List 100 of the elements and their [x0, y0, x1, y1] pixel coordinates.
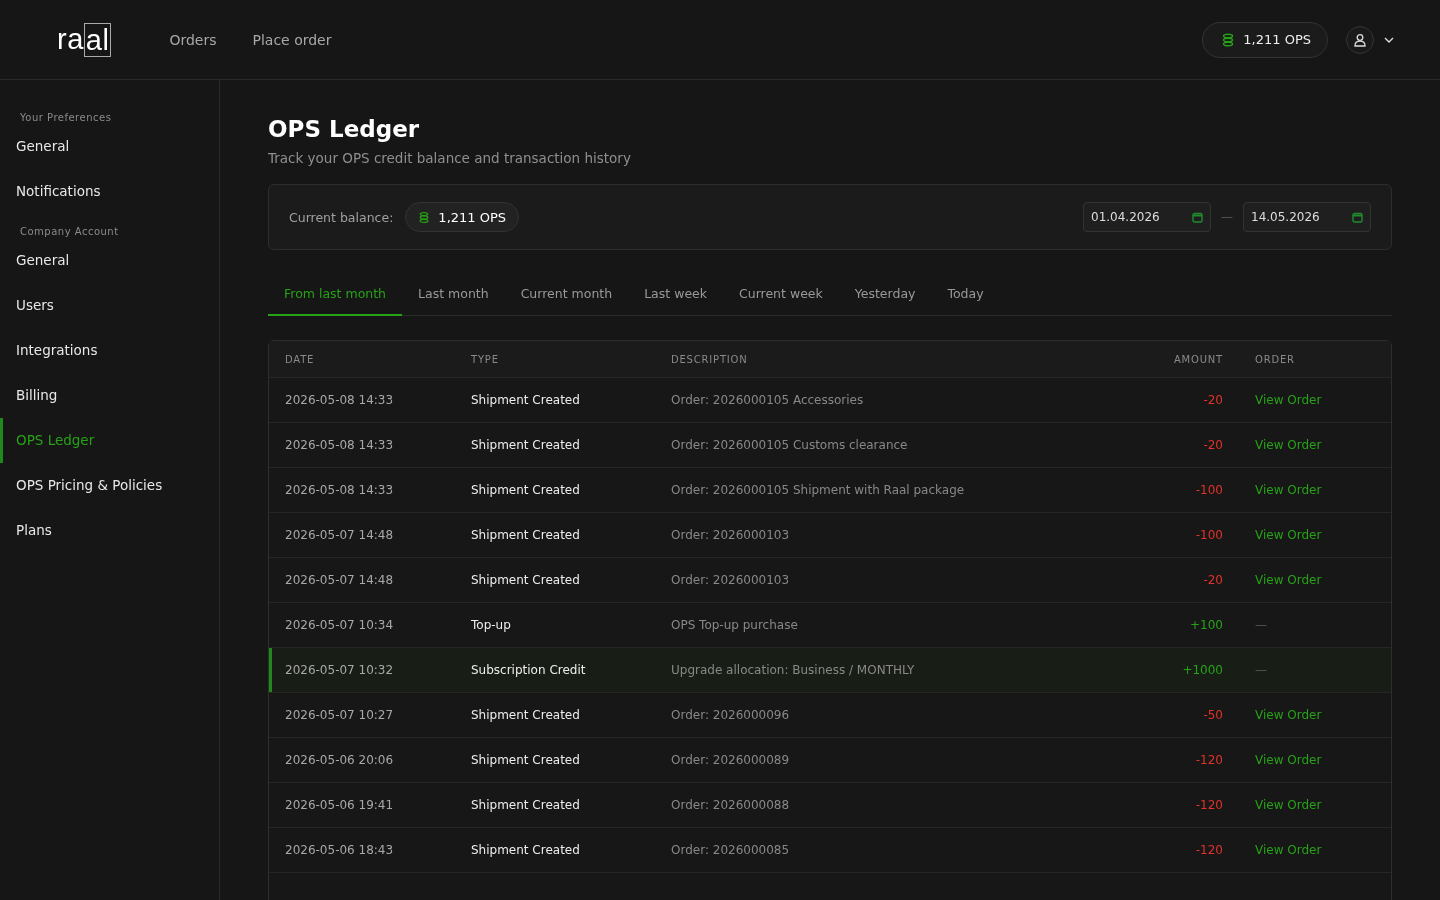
description-cell-text: Order: 2026000105 Customs clearance [671, 438, 909, 452]
amount-cell-text: +100 [1189, 618, 1223, 632]
type-cell-text: Shipment Created [471, 843, 581, 857]
table-row[interactable]: 2026-05-07 10:32 Subscription Credit Upgrade allocation: Business / MONTHLY +1000 — [269, 648, 1391, 693]
coins-icon [1221, 32, 1236, 47]
amount-cell-text: -20 [1202, 393, 1223, 407]
sidebar-item[interactable]: Integrations [0, 328, 219, 373]
type-cell-text: Shipment Created [471, 483, 581, 497]
description-cell-text: Upgrade allocation: Business / MONTHLY [671, 663, 916, 677]
period-tab[interactable]: Current week [723, 272, 839, 316]
sidebar-item[interactable]: Notifications [0, 169, 219, 214]
view-order-link[interactable]: View Order [1255, 798, 1375, 812]
type-cell-text: Shipment Created [471, 393, 581, 407]
type-cell-text: Subscription Credit [471, 663, 587, 677]
view-order-link[interactable]: View Order [1255, 393, 1375, 407]
column-header: AMOUNT [1172, 353, 1223, 365]
period-tab[interactable]: Yesterday [838, 272, 932, 316]
chevron-down-icon[interactable] [1384, 36, 1394, 43]
date-cell-text: 2026-05-06 18:43 [285, 843, 395, 857]
date-cell-text: 2026-05-07 10:27 [285, 708, 395, 722]
column-header: ORDER [1255, 353, 1296, 365]
sidebar-item[interactable]: Users [0, 283, 219, 328]
table-row[interactable]: 2026-05-08 14:33 Shipment Created Order: 2026000105 Accessories -20 View Order [269, 378, 1391, 423]
user-avatar-button[interactable] [1346, 25, 1374, 54]
description-cell-text: Order: 2026000085 [671, 843, 791, 857]
view-order-link[interactable]: View Order [1255, 528, 1375, 542]
period-tab[interactable]: From last month [268, 272, 403, 316]
sidebar-item[interactable]: OPS Pricing & Policies [0, 463, 219, 508]
table-row[interactable]: 2026-05-07 14:48 Shipment Created Order: 2026000103 -20 View Order [269, 558, 1391, 603]
order-cell-text: — [1255, 663, 1268, 677]
description-cell-text: Order: 2026000105 Shipment with Raal package [671, 483, 966, 497]
type-cell-text: Top-up [471, 618, 512, 632]
type-cell-text: Shipment Created [471, 753, 581, 767]
description-cell-text: Order: 2026000096 [671, 708, 791, 722]
amount-cell-text: -20 [1202, 573, 1223, 587]
description-cell-text: Order: 2026000089 [671, 753, 791, 767]
nav-link[interactable]: Place order [252, 31, 332, 48]
table-row[interactable]: 2026-05-06 19:41 Shipment Created Order: 2026000088 -120 View Order [269, 783, 1391, 828]
amount-cell-text: -100 [1194, 483, 1223, 497]
view-order-link[interactable]: View Order [1255, 483, 1375, 497]
amount-cell-text: -50 [1202, 708, 1223, 722]
view-order-link[interactable]: View Order [1255, 708, 1375, 722]
description-cell-text: Order: 2026000103 [671, 573, 791, 587]
view-order-link[interactable]: View Order [1255, 438, 1375, 452]
date-range-separator: — [1221, 210, 1233, 224]
nav-link[interactable]: Orders [169, 31, 217, 48]
amount-cell-text: -120 [1194, 753, 1223, 767]
sidebar-item[interactable]: Plans [0, 508, 219, 553]
period-tab[interactable]: Current month [504, 272, 629, 316]
amount-cell-text: -20 [1202, 438, 1223, 452]
period-tab[interactable]: Today [931, 272, 1000, 316]
type-cell-text: Shipment Created [471, 438, 581, 452]
coins-icon [418, 210, 431, 224]
date-cell-text: 2026-05-08 14:33 [285, 483, 395, 497]
period-tab[interactable]: Last month [402, 272, 505, 316]
amount-cell-text: -120 [1194, 843, 1223, 857]
balance-button[interactable]: 1,211 OPS [1202, 21, 1328, 58]
sidebar-item[interactable]: OPS Ledger [0, 418, 219, 463]
table-row[interactable]: 2026-05-06 18:43 Shipment Created Order: 2026000085 -120 View Order [269, 828, 1391, 873]
column-header: DATE [285, 353, 316, 365]
view-order-link[interactable]: View Order [1255, 573, 1375, 587]
calendar-icon[interactable] [1192, 211, 1203, 223]
page-title: OPS Ledger [268, 116, 421, 142]
date-cell-text: 2026-05-07 14:48 [285, 528, 395, 542]
sidebar-item[interactable]: Billing [0, 373, 219, 418]
column-header: TYPE [471, 353, 500, 365]
table-row[interactable]: 2026-05-08 14:33 Shipment Created Order: 2026000105 Customs clearance -20 View Order [269, 423, 1391, 468]
date-field[interactable]: 14.05.2026 [1243, 202, 1371, 232]
table-row[interactable]: 2026-05-06 20:06 Shipment Created Order: 2026000089 -120 View Order [269, 738, 1391, 783]
page-subtitle: Track your OPS credit balance and transaction history [268, 150, 632, 166]
sidebar-section-title: Your Preferences [19, 112, 113, 125]
calendar-icon[interactable] [1352, 211, 1363, 223]
user-icon [1353, 32, 1367, 47]
sidebar-item[interactable]: General [0, 124, 219, 169]
sidebar-item[interactable]: General [0, 238, 219, 283]
date-cell-text: 2026-05-07 14:48 [285, 573, 395, 587]
column-header: DESCRIPTION [671, 353, 749, 365]
type-cell-text: Shipment Created [471, 528, 581, 542]
description-cell-text: Order: 2026000088 [671, 798, 791, 812]
description-cell-text: Order: 2026000105 Accessories [671, 393, 865, 407]
view-order-link[interactable]: View Order [1255, 843, 1375, 857]
period-tab[interactable]: Last week [628, 272, 723, 316]
date-field[interactable]: 01.04.2026 [1083, 202, 1211, 232]
sidebar-section-title: Company Account [19, 226, 120, 239]
type-cell-text: Shipment Created [471, 708, 581, 722]
description-cell-text: OPS Top-up purchase [671, 618, 799, 632]
type-cell-text: Shipment Created [471, 573, 581, 587]
description-cell-text: Order: 2026000103 [671, 528, 791, 542]
view-order-link[interactable]: View Order [1255, 753, 1375, 767]
type-cell-text: Shipment Created [471, 798, 581, 812]
table-row[interactable]: 2026-05-07 10:27 Shipment Created Order: 2026000096 -50 View Order [269, 693, 1391, 738]
amount-cell-text: -100 [1194, 528, 1223, 542]
balance-label: Current balance: [289, 209, 394, 225]
date-cell-text: 2026-05-06 19:41 [285, 798, 395, 812]
balance-value: 1,211 OPS [438, 209, 507, 225]
table-row[interactable]: 2026-05-08 14:33 Shipment Created Order: 2026000105 Shipment with Raal package -100 View Order [269, 468, 1391, 513]
date-cell-text: 2026-05-07 10:34 [285, 618, 395, 632]
table-row[interactable]: 2026-05-07 14:48 Shipment Created Order: 2026000103 -100 View Order [269, 513, 1391, 558]
amount-cell-text: +1000 [1181, 663, 1223, 677]
date-cell-text: 2026-05-08 14:33 [285, 393, 395, 407]
